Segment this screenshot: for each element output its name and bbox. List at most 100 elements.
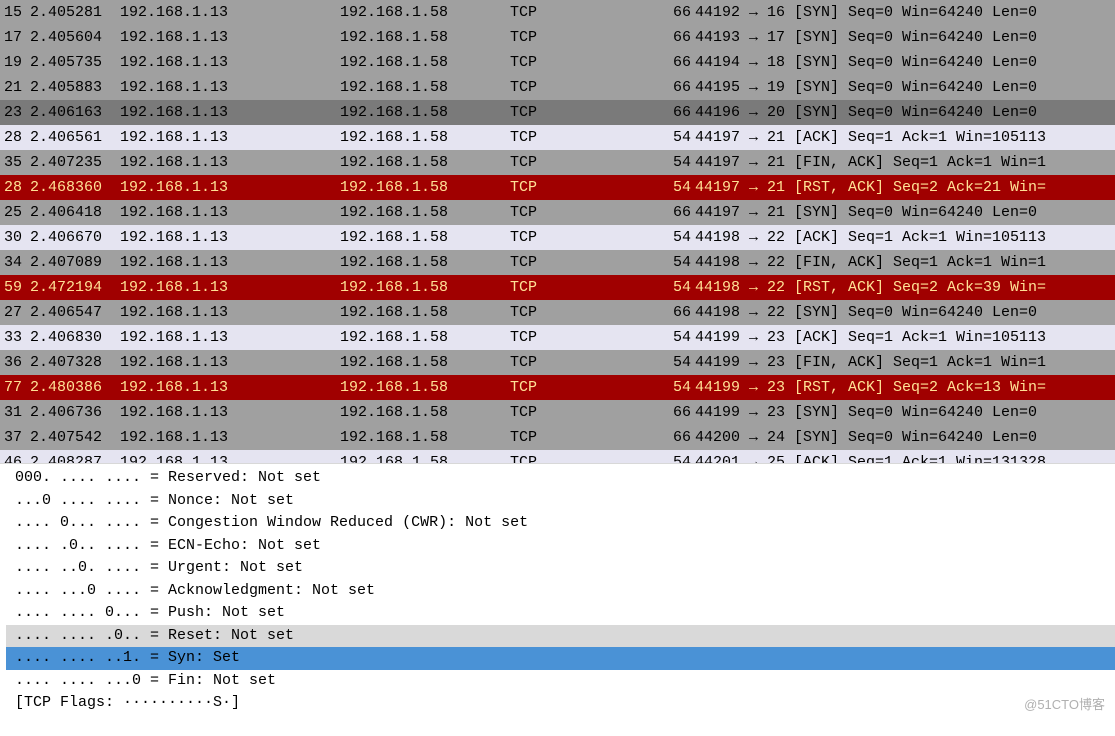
packet-src: 192.168.1.13: [120, 275, 340, 300]
packet-row[interactable]: 312.406736192.168.1.13192.168.1.58TCP664…: [0, 400, 1115, 425]
packet-proto: TCP: [510, 0, 630, 25]
packet-row[interactable]: 462.408287192.168.1.13192.168.1.58TCP544…: [0, 450, 1115, 463]
flag-line[interactable]: .... .... .0.. = Reset: Not set: [6, 625, 1115, 648]
packet-row[interactable]: 342.407089192.168.1.13192.168.1.58TCP544…: [0, 250, 1115, 275]
packet-dst: 192.168.1.58: [340, 350, 510, 375]
packet-no: 21: [0, 75, 30, 100]
packet-row[interactable]: 372.407542192.168.1.13192.168.1.58TCP664…: [0, 425, 1115, 450]
packet-time: 2.480386: [30, 375, 120, 400]
packet-src: 192.168.1.13: [120, 425, 340, 450]
packet-src: 192.168.1.13: [120, 300, 340, 325]
packet-time: 2.407089: [30, 250, 120, 275]
packet-dst: 192.168.1.58: [340, 200, 510, 225]
packet-listing[interactable]: 152.405281192.168.1.13192.168.1.58TCP664…: [0, 0, 1115, 463]
packet-proto: TCP: [510, 400, 630, 425]
packet-len: 66: [630, 200, 695, 225]
packet-dst: 192.168.1.58: [340, 275, 510, 300]
packet-no: 77: [0, 375, 30, 400]
packet-no: 33: [0, 325, 30, 350]
flag-line[interactable]: [TCP Flags: ··········S·]: [6, 692, 1115, 715]
packet-time: 2.472194: [30, 275, 120, 300]
packet-proto: TCP: [510, 25, 630, 50]
packet-row[interactable]: 282.468360192.168.1.13192.168.1.58TCP544…: [0, 175, 1115, 200]
packet-row[interactable]: 232.406163192.168.1.13192.168.1.58TCP664…: [0, 100, 1115, 125]
packet-row[interactable]: 302.406670192.168.1.13192.168.1.58TCP544…: [0, 225, 1115, 250]
packet-len: 54: [630, 175, 695, 200]
packet-proto: TCP: [510, 175, 630, 200]
packet-proto: TCP: [510, 425, 630, 450]
packet-src: 192.168.1.13: [120, 375, 340, 400]
packet-time: 2.407235: [30, 150, 120, 175]
packet-row[interactable]: 152.405281192.168.1.13192.168.1.58TCP664…: [0, 0, 1115, 25]
packet-dst: 192.168.1.58: [340, 300, 510, 325]
packet-proto: TCP: [510, 325, 630, 350]
packet-time: 2.406830: [30, 325, 120, 350]
packet-row[interactable]: 252.406418192.168.1.13192.168.1.58TCP664…: [0, 200, 1115, 225]
packet-no: 46: [0, 450, 30, 463]
packet-info: 44195 → 19 [SYN] Seq=0 Win=64240 Len=0: [695, 75, 1115, 100]
packet-row[interactable]: 772.480386192.168.1.13192.168.1.58TCP544…: [0, 375, 1115, 400]
packet-time: 2.406561: [30, 125, 120, 150]
packet-no: 28: [0, 175, 30, 200]
flag-line[interactable]: 000. .... .... = Reserved: Not set: [6, 467, 1115, 490]
packet-time: 2.405604: [30, 25, 120, 50]
packet-row[interactable]: 282.406561192.168.1.13192.168.1.58TCP544…: [0, 125, 1115, 150]
packet-dst: 192.168.1.58: [340, 375, 510, 400]
packet-no: 36: [0, 350, 30, 375]
packet-row[interactable]: 352.407235192.168.1.13192.168.1.58TCP544…: [0, 150, 1115, 175]
packet-len: 66: [630, 400, 695, 425]
flag-line[interactable]: .... ...0 .... = Acknowledgment: Not set: [6, 580, 1115, 603]
packet-len: 54: [630, 225, 695, 250]
packet-dst: 192.168.1.58: [340, 150, 510, 175]
packet-row[interactable]: 272.406547192.168.1.13192.168.1.58TCP664…: [0, 300, 1115, 325]
flag-line[interactable]: .... 0... .... = Congestion Window Reduc…: [6, 512, 1115, 535]
packet-len: 54: [630, 150, 695, 175]
packet-row[interactable]: 172.405604192.168.1.13192.168.1.58TCP664…: [0, 25, 1115, 50]
packet-proto: TCP: [510, 150, 630, 175]
packet-row[interactable]: 192.405735192.168.1.13192.168.1.58TCP664…: [0, 50, 1115, 75]
packet-proto: TCP: [510, 50, 630, 75]
packet-info: 44197 → 21 [RST, ACK] Seq=2 Ack=21 Win=: [695, 175, 1115, 200]
packet-proto: TCP: [510, 225, 630, 250]
packet-time: 2.405735: [30, 50, 120, 75]
packet-proto: TCP: [510, 200, 630, 225]
packet-no: 23: [0, 100, 30, 125]
packet-time: 2.407328: [30, 350, 120, 375]
flag-line[interactable]: .... .... ...0 = Fin: Not set: [6, 670, 1115, 693]
packet-time: 2.407542: [30, 425, 120, 450]
flag-line[interactable]: .... .... 0... = Push: Not set: [6, 602, 1115, 625]
flag-line[interactable]: .... .0.. .... = ECN-Echo: Not set: [6, 535, 1115, 558]
packet-src: 192.168.1.13: [120, 225, 340, 250]
packet-src: 192.168.1.13: [120, 125, 340, 150]
packet-len: 54: [630, 250, 695, 275]
flag-line[interactable]: .... ..0. .... = Urgent: Not set: [6, 557, 1115, 580]
packet-row[interactable]: 332.406830192.168.1.13192.168.1.58TCP544…: [0, 325, 1115, 350]
packet-info: 44199 → 23 [SYN] Seq=0 Win=64240 Len=0: [695, 400, 1115, 425]
packet-info: 44200 → 24 [SYN] Seq=0 Win=64240 Len=0: [695, 425, 1115, 450]
packet-src: 192.168.1.13: [120, 75, 340, 100]
packet-src: 192.168.1.13: [120, 450, 340, 463]
packet-info: 44192 → 16 [SYN] Seq=0 Win=64240 Len=0: [695, 0, 1115, 25]
packet-len: 66: [630, 100, 695, 125]
packet-len: 54: [630, 275, 695, 300]
flag-line[interactable]: .... .... ..1. = Syn: Set: [6, 647, 1115, 670]
packet-src: 192.168.1.13: [120, 150, 340, 175]
packet-details[interactable]: 000. .... .... = Reserved: Not set ...0 …: [0, 465, 1115, 715]
packet-info: 44197 → 21 [FIN, ACK] Seq=1 Ack=1 Win=1: [695, 150, 1115, 175]
packet-dst: 192.168.1.58: [340, 0, 510, 25]
packet-dst: 192.168.1.58: [340, 250, 510, 275]
packet-row[interactable]: 592.472194192.168.1.13192.168.1.58TCP544…: [0, 275, 1115, 300]
flag-line[interactable]: ...0 .... .... = Nonce: Not set: [6, 490, 1115, 513]
packet-len: 66: [630, 425, 695, 450]
packet-proto: TCP: [510, 350, 630, 375]
packet-no: 35: [0, 150, 30, 175]
packet-row[interactable]: 362.407328192.168.1.13192.168.1.58TCP544…: [0, 350, 1115, 375]
packet-src: 192.168.1.13: [120, 25, 340, 50]
packet-no: 34: [0, 250, 30, 275]
packet-len: 66: [630, 0, 695, 25]
packet-src: 192.168.1.13: [120, 350, 340, 375]
packet-info: 44201 → 25 [ACK] Seq=1 Ack=1 Win=131328: [695, 450, 1115, 463]
packet-time: 2.408287: [30, 450, 120, 463]
packet-row[interactable]: 212.405883192.168.1.13192.168.1.58TCP664…: [0, 75, 1115, 100]
packet-no: 28: [0, 125, 30, 150]
